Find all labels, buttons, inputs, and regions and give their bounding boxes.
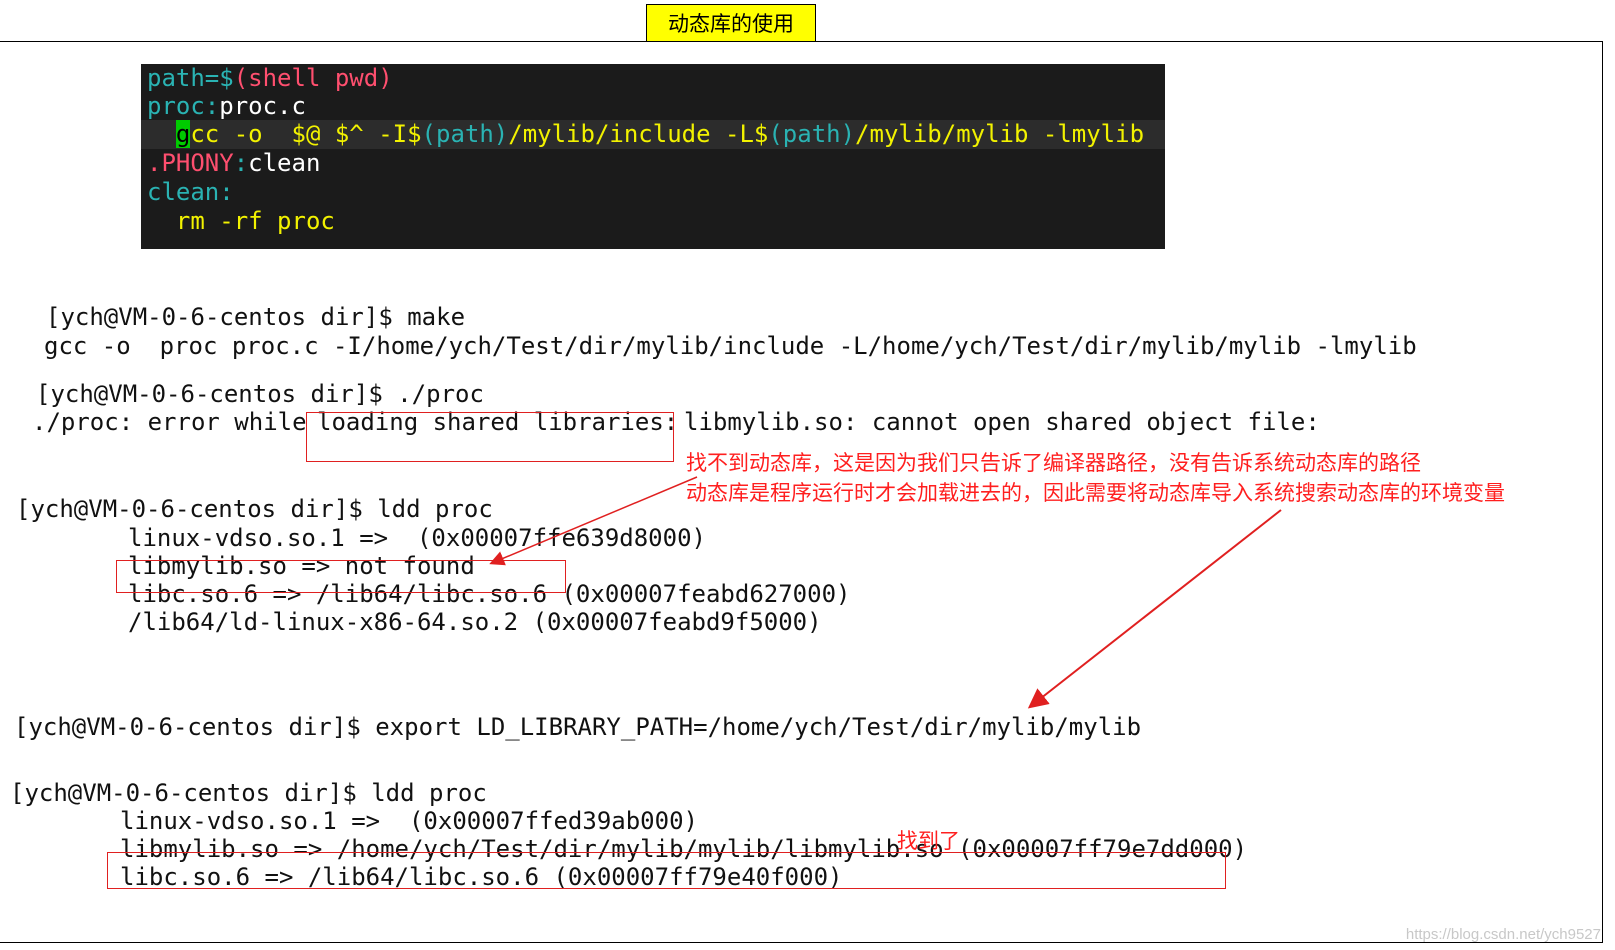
annotation-arrows	[489, 476, 1282, 709]
arrow-to-export	[1027, 509, 1282, 709]
watermark: https://blog.csdn.net/ych9527	[1405, 926, 1601, 943]
arrow-to-not-found	[489, 476, 698, 566]
